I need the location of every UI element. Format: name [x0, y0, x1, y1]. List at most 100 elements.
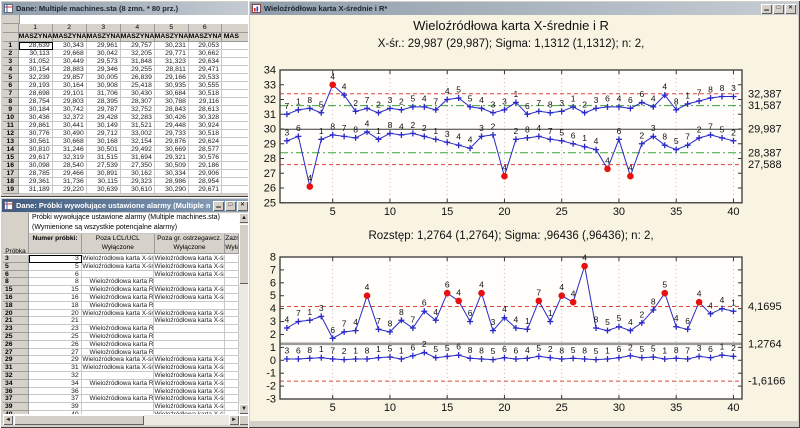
alarm-zazn-cell[interactable] [225, 388, 239, 396]
data-cell[interactable]: 29,346 [87, 66, 121, 74]
alarm-sample-number-cell[interactable]: 25 [29, 333, 82, 341]
data-cell[interactable]: 29,255 [121, 66, 155, 74]
maximize-button[interactable]: □ [773, 4, 784, 14]
alarm-warning-cell[interactable]: Wieloźródłowa karta X-śr [154, 356, 225, 364]
data-cell[interactable]: 29,712 [87, 130, 121, 138]
alarm-warning-cell[interactable]: Wieloźródłowa karta X-śr [154, 395, 225, 403]
alarm-sample-number-cell[interactable]: 3 [29, 255, 82, 263]
data-cell[interactable]: 30,662 [189, 50, 222, 58]
alarm-sample-number-cell[interactable]: 21 [29, 317, 82, 325]
data-cell[interactable]: 28,639 [19, 42, 53, 50]
alarm-warning-cell[interactable]: Wieloźródłowa karta X-śr [154, 271, 225, 279]
alarm-lcl-ucl-cell[interactable]: Wieloźródłowa karta R [82, 341, 155, 349]
data-cell[interactable]: 29,533 [189, 74, 222, 82]
alarm-warning-cell[interactable]: Wieloźródłowa karta X-śr [154, 310, 225, 318]
alarm-lcl-ucl-cell[interactable] [82, 403, 155, 411]
data-cell[interactable]: 30,162 [121, 170, 155, 178]
alarm-zazn-cell[interactable] [225, 317, 239, 325]
alarm-zazn-cell[interactable] [225, 372, 239, 380]
data-cell[interactable]: 32,283 [121, 114, 155, 122]
alarm-row-header[interactable]: 31 [3, 364, 29, 372]
data-cell[interactable]: 29,361 [19, 178, 53, 186]
alarm-sample-number-cell[interactable]: 40 [29, 411, 82, 414]
alarm-row-header[interactable]: 18 [3, 302, 29, 310]
numer-probki-header[interactable]: Numer próbki: [29, 234, 82, 254]
row-number-header[interactable]: 2 [3, 50, 19, 58]
column-name-header[interactable]: MASZYNA4 [121, 33, 155, 42]
column-number-header[interactable]: 6 [189, 24, 222, 33]
alarm-zazn-cell[interactable] [225, 302, 239, 310]
row-number-header[interactable]: 4 [3, 66, 19, 74]
data-cell[interactable]: 30,328 [189, 114, 222, 122]
row-number-header[interactable]: 15 [3, 154, 19, 162]
row-number-header[interactable]: 11 [3, 122, 19, 130]
zaznaczone-header[interactable]: ZaznWyłą [225, 234, 239, 254]
alarm-row-header[interactable]: 3 [3, 255, 29, 263]
alarm-zazn-cell[interactable] [225, 325, 239, 333]
data-cell[interactable]: 31,706 [87, 90, 121, 98]
row-number-header[interactable]: 19 [3, 186, 19, 194]
alarm-row-header[interactable]: 34 [3, 380, 29, 388]
data-cell[interactable]: 28,307 [121, 98, 155, 106]
data-cell[interactable]: 30,788 [155, 98, 189, 106]
data-cell[interactable]: 29,671 [189, 186, 222, 194]
data-cell[interactable]: 26,839 [121, 74, 155, 82]
alarm-lcl-ucl-cell[interactable]: Wieloźródłowa karta R [82, 286, 155, 294]
data-cell[interactable]: 30,005 [87, 74, 121, 82]
alarm-sample-number-cell[interactable]: 5 [29, 263, 82, 271]
data-cell[interactable]: 28,843 [155, 106, 189, 114]
data-cell[interactable]: 31,694 [121, 154, 155, 162]
alarm-lcl-ucl-cell[interactable]: Wieloźródłowa karta R [82, 349, 155, 357]
data-cell[interactable]: 29,101 [53, 90, 87, 98]
alarm-warning-cell[interactable] [154, 302, 225, 310]
alarm-sample-number-cell[interactable]: 26 [29, 341, 82, 349]
data-cell[interactable]: 30,290 [155, 186, 189, 194]
alarm-sample-number-cell[interactable]: 6 [29, 271, 82, 279]
data-cell[interactable]: 27,539 [87, 162, 121, 170]
data-cell[interactable]: 29,323 [121, 178, 155, 186]
alarm-lcl-ucl-cell[interactable]: Wieloźródłowa karta R [82, 333, 155, 341]
data-cell[interactable]: 30,501 [87, 146, 121, 154]
data-cell[interactable]: 32,372 [53, 114, 87, 122]
alarm-sample-number-cell[interactable]: 27 [29, 349, 82, 357]
alarm-row-header[interactable]: 29 [3, 356, 29, 364]
alarm-zazn-cell[interactable] [225, 294, 239, 302]
data-cell[interactable]: 31,323 [155, 58, 189, 66]
horizontal-scroll-thumb[interactable] [14, 415, 144, 425]
data-cell[interactable]: 25,418 [121, 82, 155, 90]
data-cell[interactable]: 30,334 [155, 170, 189, 178]
data-cell[interactable]: 29,193 [19, 82, 53, 90]
data-cell[interactable]: 30,555 [189, 82, 222, 90]
window1-title-bar[interactable]: Dane: Multiple machines.sta (8 zmn. * 80… [2, 2, 256, 15]
data-cell[interactable]: 28,754 [19, 98, 53, 106]
minimize-button[interactable]: ▁ [213, 201, 224, 211]
alarm-lcl-ucl-cell[interactable]: Wieloźródłowa karta R [82, 294, 155, 302]
alarm-sample-number-cell[interactable]: 18 [29, 302, 82, 310]
column-name-header[interactable]: MASZYNA5 [155, 33, 189, 42]
column-name-header[interactable]: MASZYNA2 [53, 33, 87, 42]
data-cell[interactable]: 30,935 [155, 82, 189, 90]
alarm-zazn-cell[interactable] [225, 310, 239, 318]
data-cell[interactable]: 30,908 [87, 82, 121, 90]
data-cell[interactable]: 30,343 [53, 42, 87, 50]
data-cell[interactable]: 31,515 [87, 154, 121, 162]
row-number-header[interactable]: 8 [3, 98, 19, 106]
alarm-warning-cell[interactable] [154, 349, 225, 357]
data-cell[interactable]: 30,669 [155, 146, 189, 154]
data-cell[interactable]: 30,149 [87, 122, 121, 130]
alarm-warning-cell[interactable]: Wieloźródłowa karta X-śr [154, 372, 225, 380]
data-cell[interactable]: 28,883 [53, 66, 87, 74]
alarm-row-header[interactable]: 26 [3, 341, 29, 349]
data-cell[interactable]: 30,098 [19, 162, 53, 170]
minimize-button[interactable]: ▁ [761, 4, 772, 14]
data-cell[interactable]: 30,441 [53, 122, 87, 130]
data-cell[interactable]: 30,561 [19, 138, 53, 146]
row-number-header[interactable]: 5 [3, 74, 19, 82]
data-cell[interactable]: 28,395 [87, 98, 121, 106]
alarm-row-header[interactable]: 37 [3, 395, 29, 403]
data-cell[interactable]: 29,624 [189, 138, 222, 146]
alarm-row-header[interactable]: 6 [3, 271, 29, 279]
alarm-warning-cell[interactable]: Wieloźródłowa karta X-śr [154, 263, 225, 271]
alarm-row-header[interactable]: 39 [3, 403, 29, 411]
alarm-zazn-cell[interactable] [225, 255, 239, 263]
